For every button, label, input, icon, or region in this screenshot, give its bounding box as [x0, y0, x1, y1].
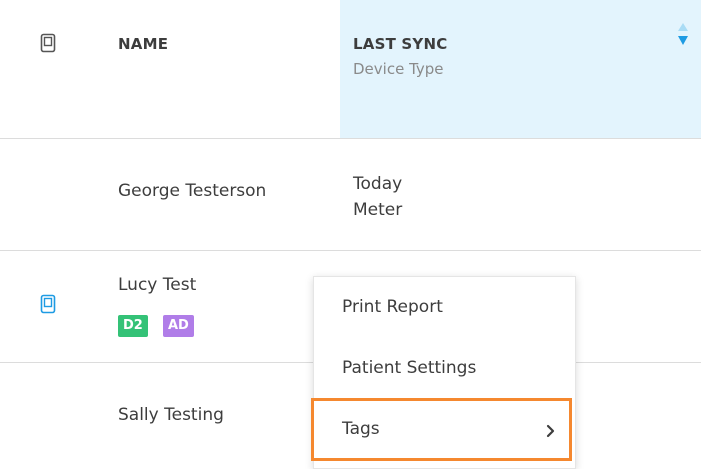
device-type-value: Meter: [353, 200, 403, 220]
device-icon[interactable]: [40, 294, 56, 318]
column-subheader-device-type: Device Type: [353, 60, 444, 78]
menu-item-print-report[interactable]: Print Report: [314, 285, 575, 333]
sort-arrows-icon[interactable]: [676, 22, 690, 50]
device-icon[interactable]: [40, 33, 56, 57]
patient-name[interactable]: Lucy Test: [118, 275, 196, 295]
context-menu: Print Report Patient Settings Tags: [311, 276, 576, 469]
last-sync-value: Today: [353, 174, 403, 194]
table-header: NAME LAST SYNC Device Type: [0, 0, 701, 139]
column-header-last-sync[interactable]: LAST SYNC: [353, 35, 447, 53]
column-header-name[interactable]: NAME: [118, 35, 168, 53]
table-row[interactable]: George Testerson Today Meter: [0, 139, 701, 251]
menu-item-patient-settings[interactable]: Patient Settings: [314, 346, 575, 394]
tag-badge: D2: [118, 315, 148, 337]
patient-name[interactable]: Sally Testing: [118, 405, 224, 425]
menu-item-label: Print Report: [342, 297, 443, 317]
menu-item-label: Patient Settings: [342, 358, 477, 378]
tag-badge: AD: [163, 315, 194, 337]
menu-item-label: Tags: [342, 419, 380, 439]
menu-item-tags[interactable]: Tags: [311, 398, 572, 461]
chevron-right-icon: [546, 423, 556, 443]
patient-name[interactable]: George Testerson: [118, 181, 266, 201]
